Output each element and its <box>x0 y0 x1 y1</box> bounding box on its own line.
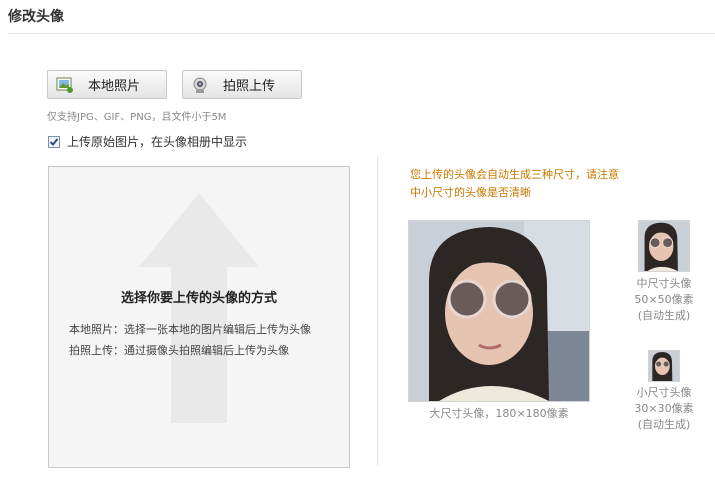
medium-avatar-size: 50×50像素 <box>634 293 694 306</box>
upload-arrow-icon <box>139 193 259 423</box>
avatar-photo <box>409 221 589 401</box>
size-notice-line-2: 中小尺寸的头像是否清晰 <box>410 186 531 199</box>
image-icon <box>56 76 74 94</box>
drop-area-title: 选择你要上传的头像的方式 <box>120 291 277 306</box>
file-type-hint: 仅支持JPG、GIF、PNG，且文件小于5M <box>47 112 227 123</box>
large-avatar-caption: 大尺寸头像，180×180像素 <box>429 407 569 420</box>
size-notice-line-1: 您上传的头像会自动生成三种尺寸，请注意 <box>410 168 619 181</box>
size-notice: 您上传的头像会自动生成三种尺寸，请注意 中小尺寸的头像是否清晰 <box>410 166 619 202</box>
avatar-photo-small <box>649 351 679 381</box>
local-photo-description: 本地照片：选择一张本地的图片编辑后上传为头像 <box>69 323 311 336</box>
local-photo-button[interactable]: 本地照片 <box>47 70 167 99</box>
take-photo-description: 拍照上传：通过摄像头拍照编辑后上传为头像 <box>69 344 289 357</box>
small-avatar-size: 30×30像素 <box>634 402 694 415</box>
upload-drop-area[interactable]: 选择你要上传的头像的方式 本地照片：选择一张本地的图片编辑后上传为头像 拍照上传… <box>48 166 350 468</box>
webcam-icon <box>191 76 209 94</box>
small-avatar-note: (自动生成) <box>637 418 691 431</box>
avatar-photo-medium <box>639 221 689 271</box>
title-divider <box>8 33 715 34</box>
small-avatar-name: 小尺寸头像 <box>636 386 692 399</box>
medium-avatar-preview <box>638 220 690 272</box>
small-avatar-caption: 小尺寸头像 30×30像素 (自动生成) <box>624 385 704 433</box>
take-photo-label: 拍照上传 <box>223 79 276 94</box>
medium-avatar-name: 中尺寸头像 <box>636 277 692 290</box>
keep-original-row: 上传原始图片，在头像相册中显示 <box>48 133 247 150</box>
local-photo-label: 本地照片 <box>88 79 141 94</box>
checkmark-icon <box>49 137 59 146</box>
page-title: 修改头像 <box>8 9 64 25</box>
keep-original-label: 上传原始图片，在头像相册中显示 <box>67 135 248 149</box>
medium-avatar-caption: 中尺寸头像 50×50像素 (自动生成) <box>624 276 704 324</box>
large-avatar-preview <box>408 220 590 402</box>
medium-avatar-note: (自动生成) <box>637 309 691 322</box>
take-photo-button[interactable]: 拍照上传 <box>182 70 302 99</box>
keep-original-checkbox[interactable] <box>48 135 60 148</box>
vertical-divider <box>377 156 378 466</box>
small-avatar-preview <box>648 350 680 382</box>
